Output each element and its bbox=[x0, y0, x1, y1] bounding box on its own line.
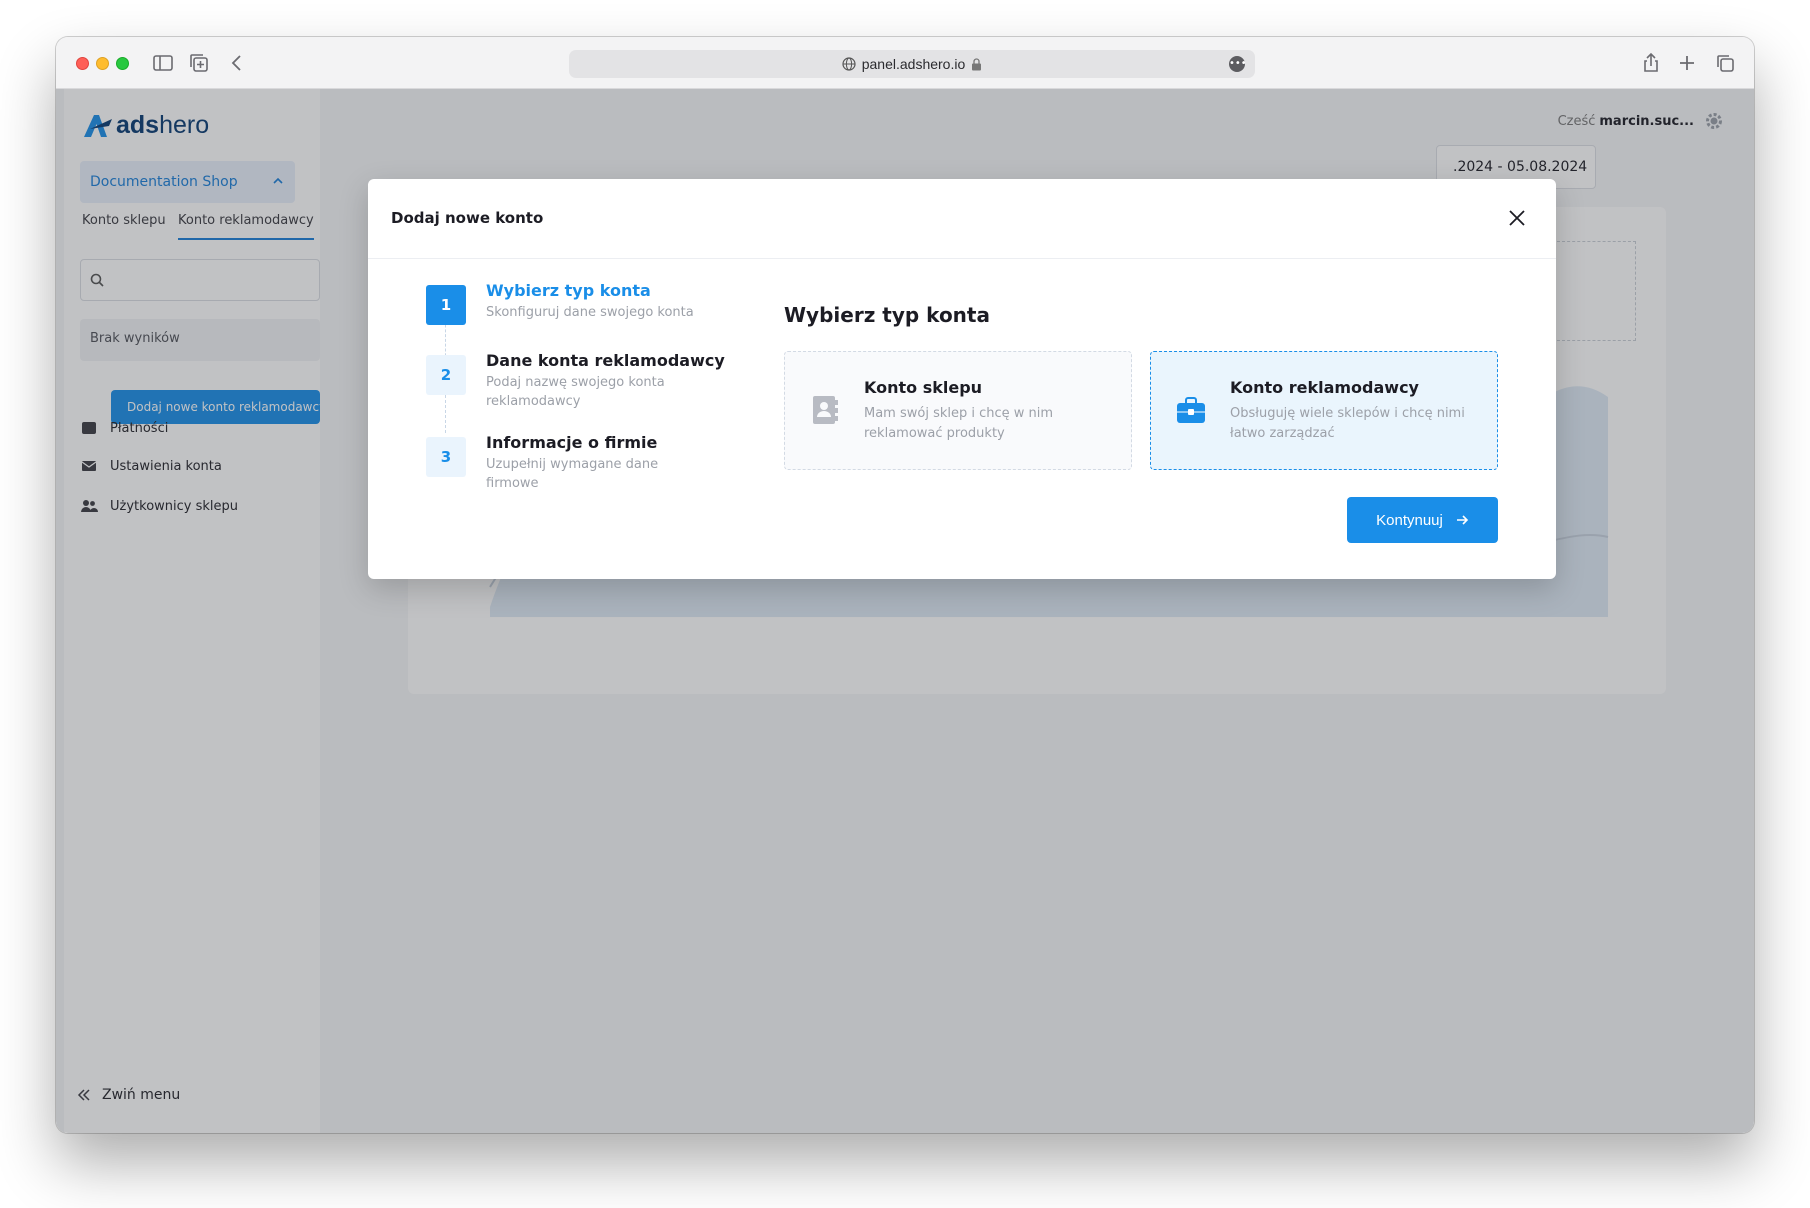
globe-icon bbox=[842, 57, 856, 71]
sidebar-toggle-icon[interactable] bbox=[152, 52, 174, 74]
zoom-window-button[interactable] bbox=[116, 57, 129, 70]
step-title: Informacje o firmie bbox=[486, 433, 658, 452]
browser-window: panel.adshero.io ••• ads hero Documentat… bbox=[56, 37, 1754, 1133]
continue-button[interactable]: Kontynuuj bbox=[1347, 497, 1498, 543]
step-subtitle: Podaj nazwę swojego konta reklamodawcy bbox=[486, 375, 665, 409]
step-subtitle: Skonfiguruj dane swojego konta bbox=[486, 305, 694, 320]
lock-icon bbox=[972, 57, 982, 70]
step-subtitle: Uzupełnij wymagane dane firmowe bbox=[486, 457, 659, 491]
new-tab-icon[interactable] bbox=[1676, 52, 1698, 74]
step-number: 3 bbox=[426, 437, 466, 477]
briefcase-icon bbox=[1177, 397, 1205, 423]
option-description: Mam swój sklep i chcę w nim reklamować p… bbox=[864, 406, 1054, 441]
close-window-button[interactable] bbox=[76, 57, 89, 70]
contact-book-icon bbox=[813, 396, 838, 424]
step-connector bbox=[445, 395, 446, 433]
close-icon[interactable] bbox=[1506, 207, 1528, 229]
url-text: panel.adshero.io bbox=[861, 56, 966, 72]
option-description: Obsługuję wiele sklepów i chcę nimi łatw… bbox=[1230, 406, 1465, 441]
option-shop-account[interactable]: Konto sklepu Mam swój sklep i chcę w nim… bbox=[784, 351, 1132, 470]
step-number: 1 bbox=[426, 285, 466, 325]
back-icon[interactable] bbox=[226, 52, 248, 74]
option-title: Konto reklamodawcy bbox=[1230, 378, 1419, 397]
minimize-window-button[interactable] bbox=[96, 57, 109, 70]
account-type-heading: Wybierz typ konta bbox=[784, 303, 990, 327]
tab-overview-icon[interactable] bbox=[1714, 52, 1736, 74]
continue-label: Kontynuuj bbox=[1376, 511, 1443, 529]
browser-titlebar: panel.adshero.io ••• bbox=[56, 37, 1754, 89]
app-content: ads hero Documentation Shop Konto sklepu … bbox=[56, 89, 1754, 1133]
option-title: Konto sklepu bbox=[864, 378, 983, 397]
more-options-icon[interactable]: ••• bbox=[1229, 56, 1247, 72]
modal-header: Dodaj nowe konto bbox=[368, 179, 1556, 259]
tab-group-icon[interactable] bbox=[188, 52, 210, 74]
modal-title: Dodaj nowe konto bbox=[391, 209, 544, 227]
arrow-right-icon bbox=[1456, 515, 1468, 525]
add-account-modal: Dodaj nowe konto 1 Wybierz typ konta Sko… bbox=[368, 179, 1556, 579]
address-bar[interactable]: panel.adshero.io ••• bbox=[569, 50, 1255, 78]
step-number: 2 bbox=[426, 355, 466, 395]
step-title: Wybierz typ konta bbox=[486, 281, 651, 300]
option-advertiser-account[interactable]: Konto reklamodawcy Obsługuję wiele sklep… bbox=[1150, 351, 1498, 470]
share-icon[interactable] bbox=[1640, 52, 1662, 74]
step-title: Dane konta reklamodawcy bbox=[486, 351, 725, 370]
